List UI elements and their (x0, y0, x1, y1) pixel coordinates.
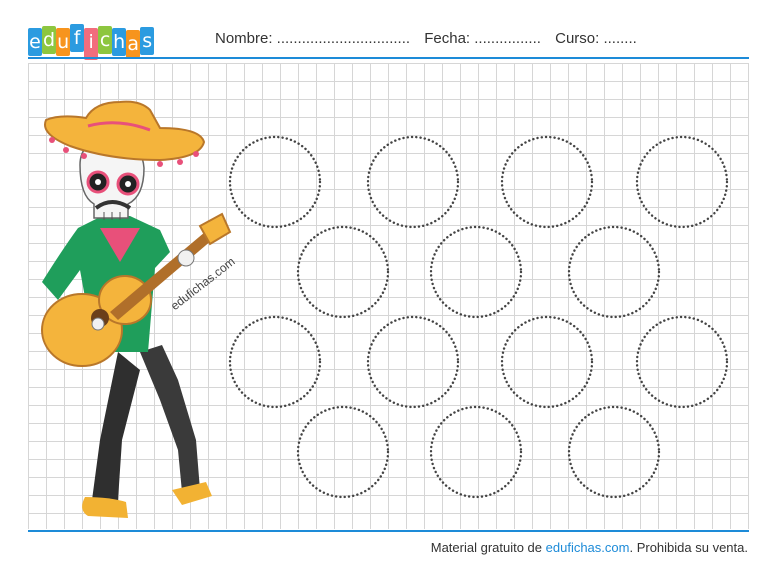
footer-suffix: . Prohibida su venta. (629, 540, 748, 555)
tracing-circle[interactable] (366, 135, 460, 229)
footer-prefix: Material gratuito de (430, 540, 546, 555)
tracing-circle[interactable] (296, 405, 390, 499)
tracing-circle[interactable] (500, 135, 594, 229)
tracing-circle[interactable] (366, 315, 460, 409)
tracing-circle[interactable] (228, 135, 322, 229)
tracing-circle[interactable] (567, 405, 661, 499)
footer-notice: Material gratuito de edufichas.com. Proh… (431, 540, 748, 555)
tracing-circle[interactable] (635, 315, 729, 409)
tracing-circle[interactable] (296, 225, 390, 319)
tracing-circle[interactable] (635, 135, 729, 229)
footer-brand-link[interactable]: edufichas.com (546, 540, 630, 555)
mariachi-skeleton-illustration (41, 100, 232, 518)
tracing-circle[interactable] (429, 405, 523, 499)
tracing-circle[interactable] (429, 225, 523, 319)
tracing-circle[interactable] (500, 315, 594, 409)
tracing-circle[interactable] (567, 225, 661, 319)
worksheet-art (41, 100, 729, 518)
tracing-circle[interactable] (228, 315, 322, 409)
